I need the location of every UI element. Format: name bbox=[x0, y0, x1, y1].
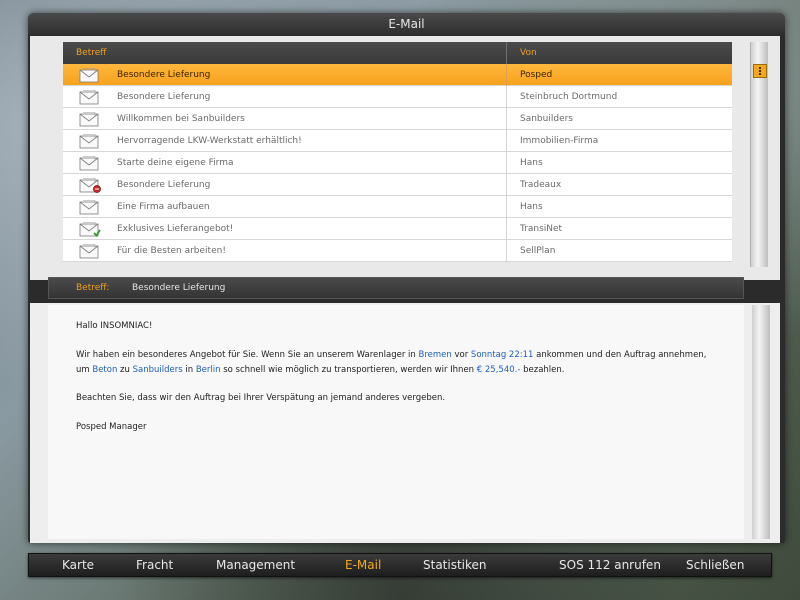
mail-subject: Eine Firma aufbauen bbox=[117, 202, 210, 212]
row-divider bbox=[506, 240, 507, 262]
row-divider bbox=[506, 64, 507, 86]
mail-subject: Besondere Lieferung bbox=[117, 180, 211, 190]
highlight-city: Bremen bbox=[418, 350, 452, 360]
message-panel: Hallo INSOMNIAC! Wir haben ein besondere… bbox=[30, 303, 780, 543]
mail-list-header: Betreff Von bbox=[63, 42, 732, 64]
row-divider bbox=[506, 108, 507, 130]
subject-value: Besondere Lieferung bbox=[132, 283, 226, 293]
mail-row[interactable]: Besondere Lieferung Steinbruch Dortmund bbox=[63, 86, 732, 108]
nav-close[interactable]: Schließen bbox=[686, 554, 744, 576]
nav-email[interactable]: E-Mail bbox=[345, 554, 381, 576]
mail-row[interactable]: Besondere Lieferung Tradeaux bbox=[63, 174, 732, 196]
mail-sender: Posped bbox=[520, 70, 553, 80]
message-greeting: Hallo INSOMNIAC! bbox=[76, 321, 153, 331]
mail-list-scrollbar[interactable] bbox=[750, 42, 768, 267]
highlight-amount: € 25,540.- bbox=[476, 364, 521, 375]
mail-subject: Willkommen bei Sanbuilders bbox=[117, 114, 245, 124]
mail-subject: Starte deine eigene Firma bbox=[117, 158, 234, 168]
mail-sender: SellPlan bbox=[520, 246, 556, 256]
message-body: Hallo INSOMNIAC! Wir haben ein besondere… bbox=[48, 305, 744, 539]
email-window: E-Mail Betreff Von Besondere Lieferung Po… bbox=[28, 13, 785, 543]
envelope-icon bbox=[79, 244, 99, 259]
envelope-accepted-icon bbox=[79, 222, 101, 237]
nav-map[interactable]: Karte bbox=[62, 554, 94, 576]
mail-row[interactable]: Exklusives Lieferangebot! TransiNet bbox=[63, 218, 732, 240]
header-divider bbox=[506, 42, 507, 64]
row-divider bbox=[506, 86, 507, 108]
mail-row[interactable]: Hervorragende LKW-Werkstatt erhältlich! I… bbox=[63, 130, 732, 152]
column-header-from[interactable]: Von bbox=[520, 42, 537, 64]
envelope-declined-icon bbox=[79, 178, 101, 193]
mail-row[interactable]: Für die Besten arbeiten! SellPlan bbox=[63, 240, 732, 262]
mail-subject: Exklusives Lieferangebot! bbox=[117, 224, 234, 234]
row-divider bbox=[506, 174, 507, 196]
mail-row[interactable]: Starte deine eigene Firma Hans bbox=[63, 152, 732, 174]
bottom-nav: Karte Fracht Management E-Mail Statistik… bbox=[28, 553, 772, 577]
mail-row[interactable]: Willkommen bei Sanbuilders Sanbuilders bbox=[63, 108, 732, 130]
nav-call-sos[interactable]: SOS 112 anrufen bbox=[559, 554, 661, 576]
mail-sender: TransiNet bbox=[520, 224, 563, 234]
envelope-icon bbox=[79, 134, 99, 149]
mail-list-panel: Betreff Von Besondere Lieferung Posped Bes… bbox=[30, 36, 780, 280]
envelope-icon bbox=[79, 200, 99, 215]
mail-sender: Steinbruch Dortmund bbox=[520, 92, 618, 102]
row-divider bbox=[506, 196, 507, 218]
mail-sender: Tradeaux bbox=[520, 180, 562, 190]
envelope-icon bbox=[79, 156, 99, 171]
mail-subject: Hervorragende LKW-Werkstatt erhältlich! bbox=[117, 136, 302, 146]
nav-freight[interactable]: Fracht bbox=[136, 554, 173, 576]
mail-sender: Sanbuilders bbox=[520, 114, 573, 124]
mail-subject: Besondere Lieferung bbox=[117, 70, 211, 80]
mail-sender: Hans bbox=[520, 202, 543, 212]
mail-sender: Hans bbox=[520, 158, 543, 168]
grip-icon bbox=[759, 67, 761, 75]
message-signature: Posped Manager bbox=[76, 422, 147, 432]
subject-label: Betreff: bbox=[76, 283, 110, 293]
mail-list: Betreff Von Besondere Lieferung Posped Bes… bbox=[63, 42, 732, 264]
envelope-icon bbox=[79, 68, 99, 83]
row-divider bbox=[506, 130, 507, 152]
title-bar: E-Mail bbox=[28, 13, 785, 35]
message-paragraph-2: Beachten Sie, dass wir den Auftrag bei I… bbox=[76, 393, 446, 403]
highlight-company: Sanbuilders bbox=[132, 364, 183, 375]
highlight-deadline: Sonntag 22:11 bbox=[470, 350, 534, 360]
envelope-icon bbox=[79, 112, 99, 127]
message-paragraph-1: Wir haben ein besonderes Angebot für Sie… bbox=[76, 350, 707, 375]
column-header-subject[interactable]: Betreff bbox=[76, 42, 106, 64]
row-divider bbox=[506, 218, 507, 240]
highlight-cargo: Beton bbox=[92, 364, 118, 375]
mail-subject: Für die Besten arbeiten! bbox=[117, 246, 226, 256]
scrollbar-thumb[interactable] bbox=[753, 64, 767, 78]
subject-bar: Betreff: Besondere Lieferung bbox=[48, 277, 744, 299]
envelope-icon bbox=[79, 90, 99, 105]
nav-statistics[interactable]: Statistiken bbox=[423, 554, 487, 576]
row-divider bbox=[506, 152, 507, 174]
nav-management[interactable]: Management bbox=[216, 554, 295, 576]
mail-sender: Immobilien-Firma bbox=[520, 136, 599, 146]
highlight-destination: Berlin bbox=[195, 364, 221, 375]
mail-row[interactable]: Besondere Lieferung Posped bbox=[63, 64, 732, 86]
mail-row[interactable]: Eine Firma aufbauen Hans bbox=[63, 196, 732, 218]
window-title: E-Mail bbox=[388, 17, 425, 31]
mail-subject: Besondere Lieferung bbox=[117, 92, 211, 102]
message-scrollbar[interactable] bbox=[752, 305, 770, 539]
